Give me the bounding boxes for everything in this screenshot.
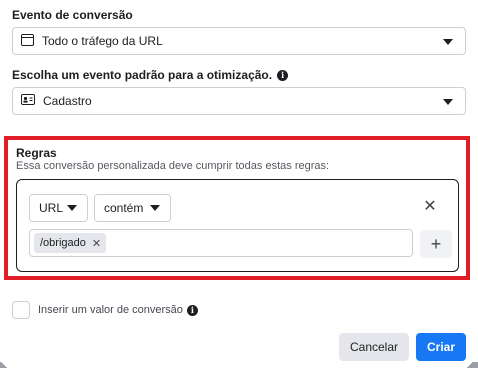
id-card-icon [21, 94, 35, 108]
conversion-event-select[interactable]: Todo o tráfego da URL [12, 27, 466, 55]
chevron-down-icon [150, 205, 160, 211]
rule-card: URL contém ✕ /obrigado ✕ + [16, 179, 459, 272]
rule-value-input[interactable]: /obrigado ✕ [29, 229, 413, 257]
standard-event-label: Escolha um evento padrão para a otimizaç… [12, 68, 289, 82]
cancel-button[interactable]: Cancelar [339, 333, 409, 361]
create-button[interactable]: Criar [416, 333, 466, 361]
conversion-event-value: Todo o tráfego da URL [42, 34, 163, 48]
rule-operator-dropdown[interactable]: contém [94, 194, 171, 222]
chevron-down-icon [443, 39, 453, 45]
remove-tag-close-icon[interactable]: ✕ [92, 237, 101, 250]
info-icon[interactable]: i [277, 69, 289, 81]
chevron-down-icon [67, 205, 77, 211]
conversion-value-row: Inserir um valor de conversão i [12, 301, 198, 319]
rule-value-tag: /obrigado ✕ [34, 233, 107, 253]
chevron-down-icon [443, 99, 453, 105]
rules-section: Regras Essa conversão personalizada deve… [4, 136, 470, 280]
browser-window-icon [21, 33, 34, 49]
standard-event-value: Cadastro [43, 94, 92, 108]
remove-rule-close-icon[interactable]: ✕ [422, 199, 438, 215]
add-value-plus-icon[interactable]: + [420, 230, 452, 258]
rules-description: Essa conversão personalizada deve cumpri… [16, 160, 330, 172]
info-icon[interactable]: i [186, 304, 198, 316]
conversion-event-label: Evento de conversão [12, 8, 133, 22]
standard-event-select[interactable]: Cadastro [12, 87, 466, 115]
rules-title: Regras [16, 146, 57, 160]
dialog-corner-shadow [462, 362, 478, 368]
conversion-value-label: Inserir um valor de conversão [38, 304, 183, 316]
conversion-value-checkbox[interactable] [12, 301, 30, 319]
rule-field-dropdown[interactable]: URL [29, 194, 88, 222]
dialog-corner-shadow [0, 362, 8, 368]
